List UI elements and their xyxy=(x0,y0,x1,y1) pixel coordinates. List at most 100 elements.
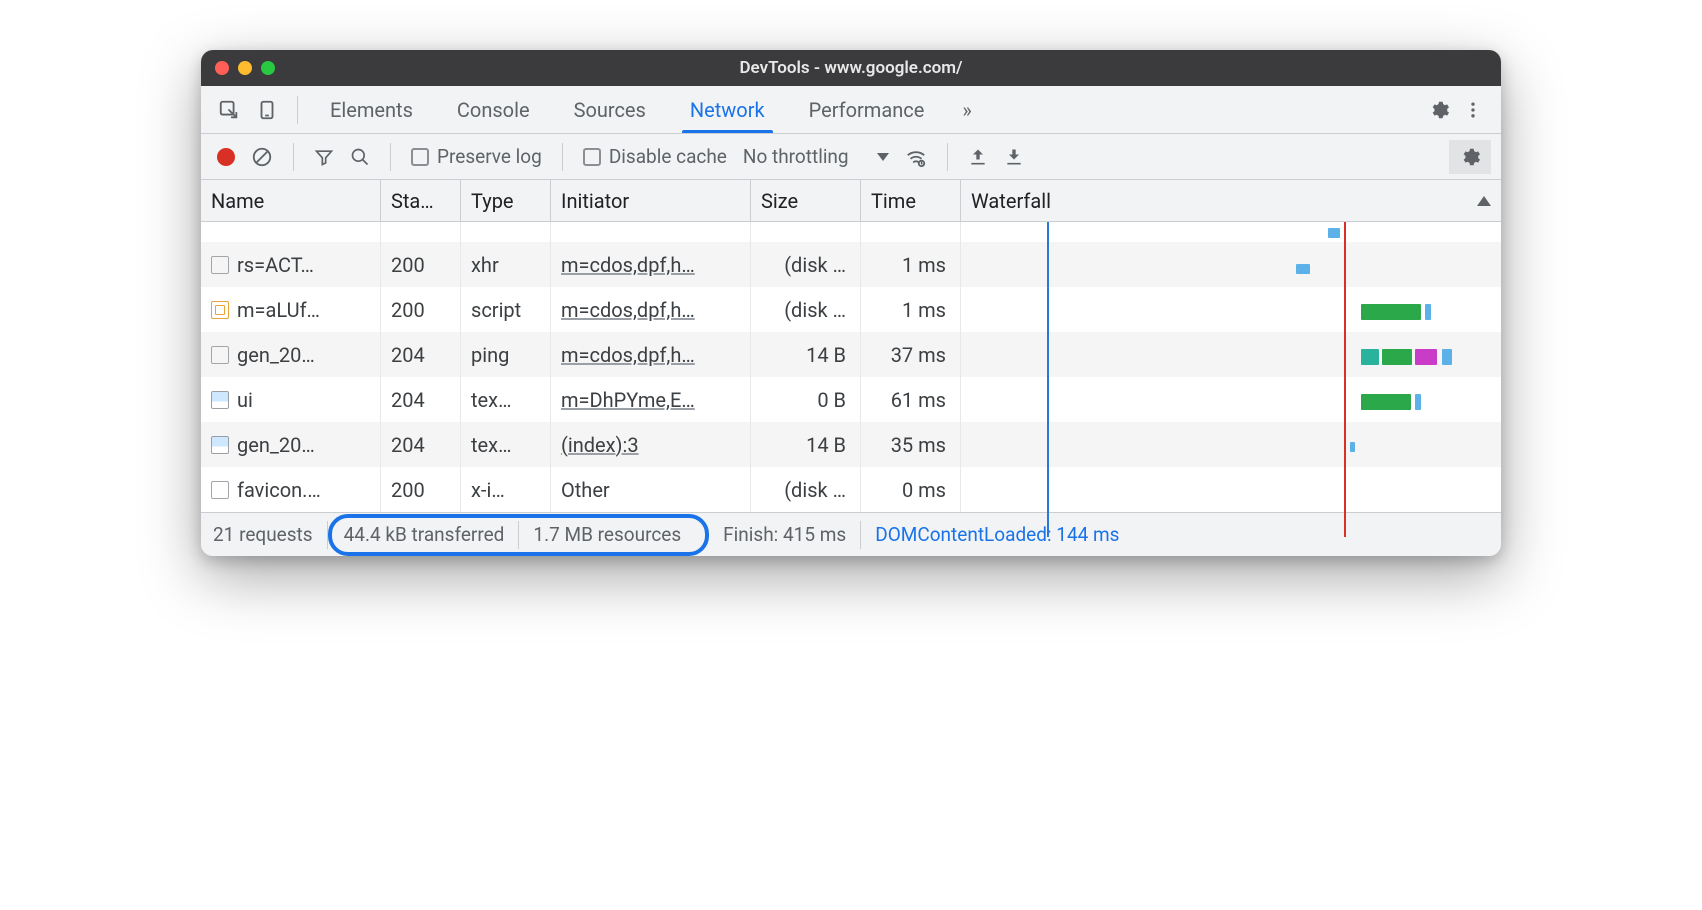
request-size: (disk … xyxy=(751,287,861,332)
table-body: rs=ACT… 200 xhr m=cdos,dpf,h… (disk … 1 … xyxy=(201,222,1501,512)
col-status[interactable]: Sta… xyxy=(381,180,461,221)
network-conditions-icon[interactable] xyxy=(899,142,933,172)
table-row[interactable]: rs=ACT… 200 xhr m=cdos,dpf,h… (disk … 1 … xyxy=(201,242,1501,287)
request-time: 35 ms xyxy=(861,422,961,467)
finish-time: Finish: 415 ms xyxy=(709,521,861,549)
preserve-log-label: Preserve log xyxy=(437,145,542,168)
tab-sources[interactable]: Sources xyxy=(552,86,668,133)
tab-network[interactable]: Network xyxy=(668,86,787,133)
table-row[interactable]: m=aLUf… 200 script m=cdos,dpf,h… (disk …… xyxy=(201,287,1501,332)
request-initiator: Other xyxy=(561,478,610,502)
more-tabs-button[interactable]: » xyxy=(946,86,987,133)
divider xyxy=(293,143,294,171)
col-name[interactable]: Name xyxy=(201,180,381,221)
request-initiator[interactable]: (index):3 xyxy=(561,433,639,457)
zoom-window-button[interactable] xyxy=(261,61,275,75)
chevron-down-icon xyxy=(877,153,889,161)
tab-elements[interactable]: Elements xyxy=(308,86,435,133)
throttling-select[interactable]: No throttling xyxy=(737,141,895,172)
settings-gear-icon[interactable] xyxy=(1425,96,1453,124)
inspect-icon[interactable] xyxy=(215,96,243,124)
divider xyxy=(947,143,948,171)
minimize-window-button[interactable] xyxy=(238,61,252,75)
tab-console[interactable]: Console xyxy=(435,86,552,133)
request-type: ping xyxy=(461,332,551,377)
domcontentloaded-time: DOMContentLoaded: 144 ms xyxy=(861,521,1133,549)
request-size: (disk … xyxy=(751,467,861,512)
preserve-log-checkbox[interactable]: Preserve log xyxy=(405,141,548,172)
disable-cache-checkbox[interactable]: Disable cache xyxy=(577,141,733,172)
request-name: rs=ACT… xyxy=(237,253,314,277)
table-row[interactable]: ui 204 tex… m=DhPYme,E… 0 B 61 ms xyxy=(201,377,1501,422)
request-name: gen_20… xyxy=(237,433,315,457)
col-waterfall-label: Waterfall xyxy=(971,189,1051,213)
col-waterfall[interactable]: Waterfall xyxy=(961,180,1501,221)
request-size: 14 B xyxy=(751,332,861,377)
resources-size: 1.7 MB resources xyxy=(519,521,695,549)
request-type: xhr xyxy=(461,242,551,287)
divider xyxy=(297,96,298,124)
request-status: 204 xyxy=(381,422,461,467)
script-icon xyxy=(211,301,229,319)
disable-cache-label: Disable cache xyxy=(609,145,727,168)
request-type: tex… xyxy=(461,422,551,467)
transferred-size: 44.4 kB transferred xyxy=(342,521,520,549)
requests-table: Name Sta… Type Initiator Size Time Water… xyxy=(201,180,1501,512)
request-name: m=aLUf… xyxy=(237,298,320,322)
document-icon xyxy=(211,256,229,274)
request-type: script xyxy=(461,287,551,332)
document-icon xyxy=(211,346,229,364)
request-status: 200 xyxy=(381,467,461,512)
tab-performance[interactable]: Performance xyxy=(787,86,947,133)
close-window-button[interactable] xyxy=(215,61,229,75)
sort-asc-icon xyxy=(1477,196,1491,206)
network-toolbar: Preserve log Disable cache No throttling xyxy=(201,134,1501,180)
filter-icon[interactable] xyxy=(308,143,340,171)
table-row[interactable]: gen_20… 204 ping m=cdos,dpf,h… 14 B 37 m… xyxy=(201,332,1501,377)
request-status: 204 xyxy=(381,332,461,377)
request-status: 200 xyxy=(381,242,461,287)
table-row[interactable] xyxy=(201,222,1501,242)
record-button[interactable] xyxy=(211,144,241,170)
request-initiator[interactable]: m=DhPYme,E… xyxy=(561,388,695,412)
col-type[interactable]: Type xyxy=(461,180,551,221)
window-title: DevTools - www.google.com/ xyxy=(201,58,1501,78)
col-time[interactable]: Time xyxy=(861,180,961,221)
kebab-menu-icon[interactable] xyxy=(1459,96,1487,124)
divider xyxy=(562,143,563,171)
request-status: 200 xyxy=(381,287,461,332)
titlebar: DevTools - www.google.com/ xyxy=(201,50,1501,86)
col-initiator[interactable]: Initiator xyxy=(551,180,751,221)
request-type: tex… xyxy=(461,377,551,422)
request-time: 37 ms xyxy=(861,332,961,377)
main-tabbar: Elements Console Sources Network Perform… xyxy=(201,86,1501,134)
window-controls xyxy=(215,61,275,75)
request-type: x-i… xyxy=(461,467,551,512)
request-name: ui xyxy=(237,388,253,412)
col-size[interactable]: Size xyxy=(751,180,861,221)
request-initiator[interactable]: m=cdos,dpf,h… xyxy=(561,343,695,367)
request-time: 0 ms xyxy=(861,467,961,512)
throttling-value: No throttling xyxy=(743,145,849,168)
request-time: 1 ms xyxy=(861,287,961,332)
table-row[interactable]: favicon.… 200 x-i… Other (disk … 0 ms xyxy=(201,467,1501,512)
table-row[interactable]: gen_20… 204 tex… (index):3 14 B 35 ms xyxy=(201,422,1501,467)
requests-count: 21 requests xyxy=(211,521,328,549)
request-time: 1 ms xyxy=(861,242,961,287)
download-har-icon[interactable] xyxy=(998,143,1030,171)
image-icon xyxy=(211,391,229,409)
search-icon[interactable] xyxy=(344,143,376,171)
clear-button[interactable] xyxy=(245,142,279,172)
request-initiator[interactable]: m=cdos,dpf,h… xyxy=(561,253,695,277)
highlighted-stats: 44.4 kB transferred 1.7 MB resources xyxy=(328,514,710,556)
panel-tabs: Elements Console Sources Network Perform… xyxy=(308,86,988,133)
status-bar: 21 requests 44.4 kB transferred 1.7 MB r… xyxy=(201,512,1501,556)
request-time: 61 ms xyxy=(861,377,961,422)
request-size: 14 B xyxy=(751,422,861,467)
device-toggle-icon[interactable] xyxy=(253,96,281,124)
request-name: gen_20… xyxy=(237,343,315,367)
upload-har-icon[interactable] xyxy=(962,143,994,171)
network-settings-button[interactable] xyxy=(1449,140,1491,174)
request-initiator[interactable]: m=cdos,dpf,h… xyxy=(561,298,695,322)
document-icon xyxy=(211,481,229,499)
